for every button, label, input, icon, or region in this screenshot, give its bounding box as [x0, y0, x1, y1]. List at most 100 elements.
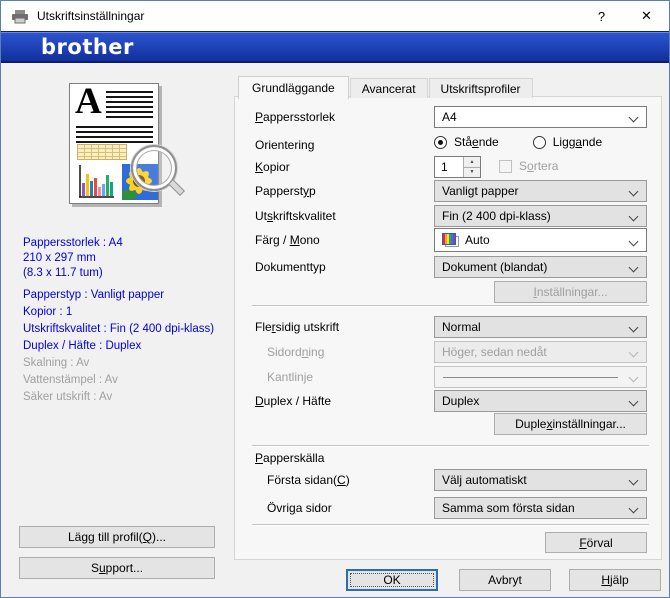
settings-summary: Pappersstorlek : A4 210 x 297 mm (8.3 x … [23, 236, 233, 405]
preview-text-lines [106, 91, 153, 120]
first-page-label: Första sidan(C) [267, 473, 350, 487]
print-quality-label: Utskriftskvalitet [255, 209, 336, 223]
summary-size-inch: (8.3 x 11.7 tum) [23, 267, 103, 279]
default-button[interactable]: Förval [545, 532, 647, 553]
print-settings-dialog: Utskriftsinställningar ? ✕ brother A Pap… [0, 0, 670, 598]
help-button[interactable]: Hjälp [569, 569, 661, 591]
border-line-select [434, 366, 647, 388]
window-title: Utskriftsinställningar [37, 9, 145, 23]
brother-logo: brother [41, 34, 134, 59]
duplex-booklet-label: Duplex / Häfte [255, 394, 332, 408]
radio-landscape[interactable]: Liggande [532, 135, 603, 149]
preview-bar-chart [79, 165, 114, 198]
close-icon[interactable]: ✕ [624, 1, 669, 31]
add-profile-button[interactable]: Lägg till profil(Q)... [19, 526, 215, 548]
duplex-booklet-value: Duplex [442, 394, 480, 408]
paper-size-label: Pappersstorlek [255, 110, 336, 124]
color-mono-label: Färg / Mono [255, 233, 320, 247]
tab-panel-grundlaggande: Pappersstorlek A4 Orientering Stående Li… [234, 96, 662, 560]
tab-avancerat[interactable]: Avancerat [349, 78, 428, 98]
chevron-down-icon [628, 396, 639, 407]
summary-item: Papperstyp : Vanligt papper [23, 289, 165, 301]
page-order-value: Höger, sedan nedåt [442, 345, 547, 359]
radio-landscape-label: Liggande [552, 135, 603, 149]
radio-portrait[interactable]: Stående [434, 135, 499, 149]
chevron-down-icon [628, 372, 639, 383]
color-mode-icon [442, 233, 459, 247]
summary-size-mm: 210 x 297 mm [23, 252, 96, 264]
tab-grundlaggande[interactable]: Grundläggande [238, 76, 349, 99]
multipage-value: Normal [442, 320, 481, 334]
print-quality-select[interactable]: Fin (2 400 dpi-klass) [434, 205, 647, 227]
color-mono-select[interactable]: Auto [434, 228, 647, 252]
chevron-down-icon [628, 347, 639, 358]
copies-input[interactable] [435, 157, 463, 177]
other-pages-label: Övriga sidor [267, 501, 332, 515]
tab-utskriftsprofiler[interactable]: Utskriftsprofiler [428, 78, 533, 98]
chevron-down-icon [628, 322, 639, 333]
summary-paper-size: Pappersstorlek : A4 [23, 237, 123, 249]
page-order-label: Sidordning [267, 345, 325, 359]
separator [252, 445, 649, 446]
checkbox-icon [499, 159, 512, 173]
document-type-select[interactable]: Dokument (blandat) [434, 256, 647, 278]
cancel-button[interactable]: Avbryt [459, 569, 551, 591]
print-quality-value: Fin (2 400 dpi-klass) [442, 209, 551, 223]
title-bar: Utskriftsinställningar ? ✕ [1, 1, 669, 31]
tab-strip: Grundläggande Avancerat Utskriftsprofile… [238, 76, 534, 99]
paper-type-value: Vanligt papper [442, 184, 519, 198]
copies-label: Kopior [255, 160, 290, 174]
summary-item: Skalning : Av [23, 357, 90, 369]
summary-item: Säker utskrift : Av [23, 391, 113, 403]
paper-source-label: Papperskälla [255, 451, 325, 465]
chevron-down-icon [628, 503, 639, 514]
other-pages-select[interactable]: Samma som första sidan [434, 497, 647, 519]
magnifier-handle [168, 179, 185, 196]
paper-size-value: A4 [442, 110, 457, 124]
chevron-down-icon [628, 186, 639, 197]
ok-button[interactable]: OK [346, 569, 438, 591]
separator [252, 524, 649, 525]
radio-portrait-label: Stående [454, 135, 499, 149]
printer-icon [12, 9, 28, 23]
orientation-label: Orientering [255, 138, 315, 152]
radio-selected-icon [434, 135, 447, 149]
chevron-down-icon [628, 211, 639, 222]
paper-type-label: Papperstyp [255, 184, 316, 198]
page-order-select: Höger, sedan nedåt [434, 341, 647, 363]
preview-text-lines [76, 126, 153, 143]
support-button[interactable]: Su pport... [19, 557, 215, 579]
summary-item: Utskriftskvalitet : Fin (2 400 dpi-klass… [23, 323, 215, 335]
settings-button: Inställningar... [494, 281, 647, 303]
chevron-down-icon [628, 475, 639, 486]
summary-item: Kopior : 1 [23, 306, 73, 318]
document-type-value: Dokument (blandat) [442, 260, 548, 274]
multipage-select[interactable]: Normal [434, 316, 647, 338]
paper-size-select[interactable]: A4 [434, 106, 647, 128]
chevron-down-icon [628, 262, 639, 273]
spin-up-icon[interactable]: ▲ [464, 157, 480, 168]
summary-item: Duplex / Häfte : Duplex [23, 340, 142, 352]
duplex-booklet-select[interactable]: Duplex [434, 390, 647, 412]
preview-letter: A [75, 81, 102, 122]
brand-bar: brother [1, 31, 669, 63]
separator [252, 305, 649, 306]
border-line-label: Kantlinje [267, 370, 314, 384]
copies-stepper[interactable]: ▲ ▼ [434, 156, 481, 178]
preview-table [77, 144, 127, 160]
spin-down-icon[interactable]: ▼ [464, 167, 480, 177]
first-page-select[interactable]: Välj automatiskt [434, 469, 647, 491]
multipage-label: Flersidig utskrift [255, 320, 340, 334]
chevron-down-icon [628, 112, 639, 123]
color-mono-value: Auto [465, 233, 490, 247]
other-pages-value: Samma som första sidan [442, 501, 575, 515]
duplex-settings-button[interactable]: Duple x inställningar... [494, 413, 647, 435]
radio-unselected-icon [532, 135, 546, 149]
collate-checkbox: Sortera [499, 159, 558, 173]
help-icon[interactable]: ? [579, 1, 624, 31]
document-type-label: Dokumenttyp [255, 260, 326, 274]
paper-type-select[interactable]: Vanligt papper [434, 180, 647, 202]
first-page-value: Välj automatiskt [442, 473, 527, 487]
border-line-sample [443, 377, 618, 378]
collate-label: Sortera [519, 159, 559, 173]
